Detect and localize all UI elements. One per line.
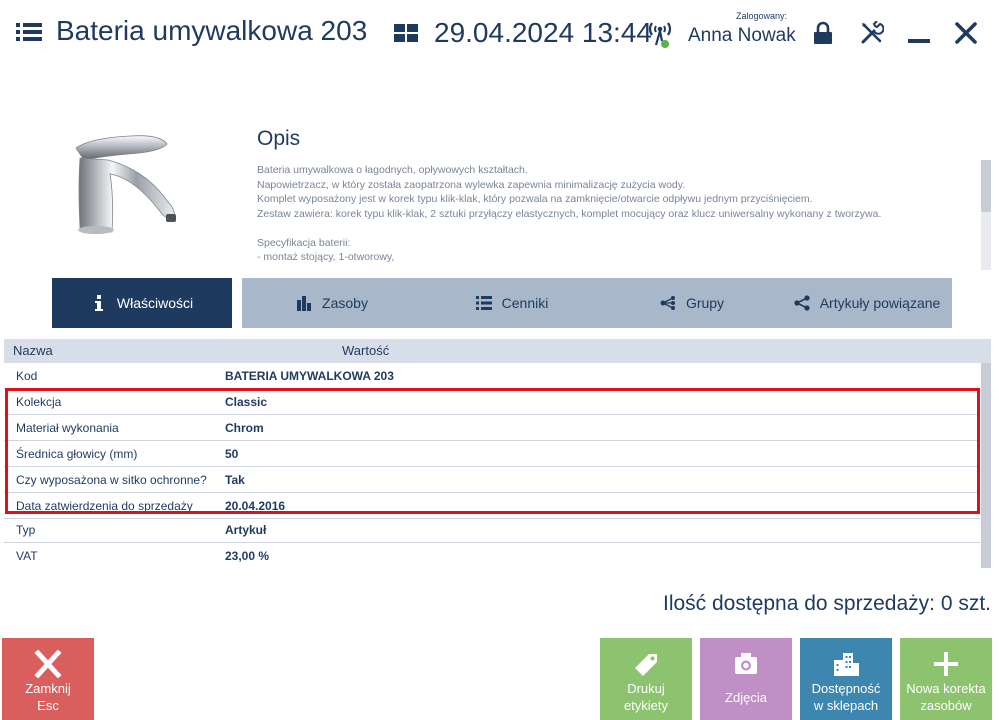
property-name: Typ	[16, 523, 36, 537]
new-stock-correction-button[interactable]: Nowa korekta zasobów	[900, 638, 992, 720]
close-button[interactable]: Zamknij Esc	[2, 638, 94, 720]
property-name: Średnica głowicy (mm)	[16, 447, 138, 461]
buildings-icon	[834, 653, 859, 676]
description-title: Opis	[257, 127, 301, 150]
table-row[interactable]: Kod BATERIA UMYWALKOWA 203	[4, 363, 980, 389]
tag-icon	[635, 654, 657, 676]
button-label: Esc	[37, 698, 59, 713]
table-scrollbar[interactable]	[981, 363, 991, 568]
property-value: BATERIA UMYWALKOWA 203	[225, 369, 394, 383]
property-name: Czy wyposażona w sitko ochronne?	[16, 473, 207, 487]
description-line: Napowietrzacz, w który została zaopatrzo…	[257, 178, 686, 191]
property-value: Artykuł	[225, 523, 267, 537]
property-value: 50	[225, 447, 239, 461]
tab-properties[interactable]: Właściwości	[52, 278, 232, 328]
connection-status-icon	[648, 22, 672, 48]
table-row[interactable]: Data zatwierdzenia do sprzedaży 20.04.20…	[4, 493, 980, 519]
tab-label: Zasoby	[322, 295, 368, 311]
user-name: Anna Nowak	[688, 25, 796, 46]
property-value: 20.04.2016	[225, 499, 286, 513]
store-availability-button[interactable]: Dostępność w sklepach	[800, 638, 892, 720]
tab-label: Grupy	[685, 295, 725, 311]
description-line: Komplet wyposażony jest w korek typu kli…	[257, 193, 813, 205]
button-label: zasobów	[920, 698, 972, 713]
button-label: Drukuj	[627, 681, 665, 696]
logged-in-label: Zalogowany:	[736, 11, 788, 21]
description-line: Zestaw zawiera: korek typu klik-klak, 2 …	[257, 207, 882, 220]
plus-icon	[934, 652, 958, 676]
description-scroll-thumb[interactable]	[981, 160, 991, 212]
property-name: VAT	[16, 549, 38, 563]
photos-button[interactable]: Zdjęcia	[700, 638, 792, 720]
tab-resources[interactable]: Zasoby	[242, 278, 422, 328]
property-name: Data zatwierdzenia do sprzedaży	[16, 499, 193, 513]
table-row[interactable]: Kolekcja Classic	[4, 389, 980, 415]
button-label: w sklepach	[813, 698, 879, 713]
table-row[interactable]: Materiał wykonania Chrom	[4, 415, 980, 441]
table-row[interactable]: Średnica głowicy (mm) 50	[4, 441, 980, 467]
button-label: Nowa korekta	[906, 681, 986, 696]
column-header-name: Nazwa	[13, 343, 53, 358]
page-title: Bateria umywalkowa 203	[56, 15, 368, 46]
product-image	[75, 135, 176, 234]
windows-grid-icon[interactable]	[394, 24, 418, 42]
datetime: 29.04.2024 13:44	[434, 17, 652, 48]
header: Bateria umywalkowa 203 29.04.2024 13:44 …	[0, 0, 999, 70]
property-value: 23,00 %	[225, 549, 270, 563]
table-row[interactable]: Czy wyposażona w sitko ochronne? Tak	[4, 467, 980, 493]
warehouse-icon	[297, 296, 312, 311]
button-label: etykiety	[623, 698, 669, 713]
tools-icon[interactable]	[860, 21, 884, 45]
menu-icon[interactable]	[16, 22, 42, 42]
tab-label: Artykuły powiązane	[819, 295, 941, 311]
tab-groups[interactable]: Grupy	[602, 278, 782, 328]
button-label: Zdjęcia	[725, 690, 767, 705]
tab-label: Właściwości	[116, 295, 194, 311]
table-row[interactable]: VAT 23,00 %	[4, 543, 980, 569]
tab-price-lists[interactable]: Cenniki	[422, 278, 602, 328]
camera-icon	[735, 653, 757, 674]
property-value: Chrom	[225, 421, 264, 435]
tab-label: Cenniki	[501, 295, 549, 311]
button-label: Zamknij	[25, 681, 71, 696]
property-value: Tak	[225, 473, 245, 487]
property-name: Kod	[16, 369, 38, 383]
property-value: Classic	[225, 395, 268, 409]
tab-related-articles[interactable]: Artykuły powiązane	[782, 278, 952, 328]
list-icon	[475, 296, 492, 310]
minimize-icon[interactable]	[908, 22, 930, 44]
description-line: Bateria umywalkowa o łagodnych, opływowy…	[257, 164, 528, 176]
available-quantity: Ilość dostępna do sprzedaży: 0 szt.	[662, 592, 991, 615]
property-name: Kolekcja	[16, 395, 62, 409]
groups-icon	[660, 296, 675, 310]
table-header: Nazwa Wartość	[4, 339, 991, 363]
description-text: Bateria umywalkowa o łagodnych, opływowy…	[257, 163, 957, 265]
column-header-value: Wartość	[342, 343, 390, 358]
info-icon	[94, 295, 103, 311]
property-name: Materiał wykonania	[16, 421, 119, 435]
share-icon	[794, 295, 810, 311]
close-icon[interactable]	[955, 22, 977, 44]
close-x-icon	[34, 650, 62, 678]
table-row[interactable]: Typ Artykuł	[4, 517, 980, 543]
button-label: Dostępność	[811, 681, 881, 696]
description-line: - montaż stojący, 1-otworowy,	[257, 251, 395, 263]
lock-icon[interactable]	[812, 21, 834, 45]
print-labels-button[interactable]: Drukuj etykiety	[600, 638, 692, 720]
description-line: Specyfikacja baterii:	[257, 236, 351, 249]
